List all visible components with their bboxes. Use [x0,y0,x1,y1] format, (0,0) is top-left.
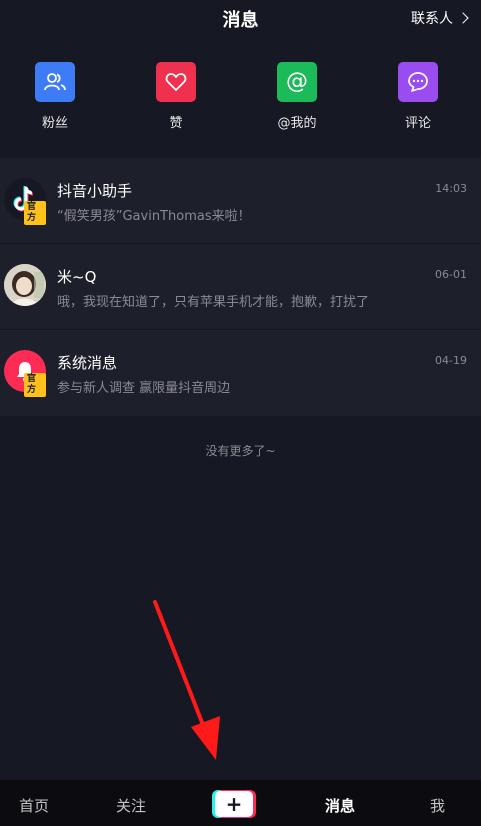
fans-icon [35,62,75,102]
conversation-name: 抖音小助手 [57,182,133,200]
contacts-link[interactable]: 联系人 [411,8,469,28]
tab-follow[interactable]: 关注 [116,795,146,816]
conversation-preview: 哦，我现在知道了，只有苹果手机才能，抱歉，打扰了 [57,295,370,310]
no-more-text: 没有更多了~ [205,444,276,458]
category-fans[interactable]: 粉丝 [15,62,95,131]
avatar: 官方 [4,178,46,225]
bottom-tab-bar: 首页 关注 + 消息 我 [0,780,481,826]
avatar [4,264,46,306]
official-badge: 官方 [24,373,46,397]
header-bar: 消息 联系人 [0,0,481,36]
category-label: 赞 [169,116,183,131]
tab-messages[interactable]: 消息 [325,795,355,816]
tab-me[interactable]: 我 [430,795,445,816]
tab-home[interactable]: 首页 [19,795,49,816]
list-item[interactable]: 官方 抖音小助手 “假笑男孩”GavinThomas来啦！ 14:03 [0,158,481,244]
category-comments[interactable]: 评论 [378,62,458,131]
conversation-preview: “假笑男孩”GavinThomas来啦！ [57,209,251,224]
contacts-label: 联系人 [411,11,453,27]
conversation-time: 04-19 [435,354,467,367]
category-likes[interactable]: 赞 [136,62,216,131]
message-categories: 粉丝 赞 @ @我的 评论 [0,50,481,140]
comment-icon [398,62,438,102]
heart-icon [156,62,196,102]
official-badge: 官方 [24,201,46,225]
category-label: @我的 [277,116,317,131]
conversation-time: 06-01 [435,268,467,281]
category-mentions[interactable]: @ @我的 [257,62,337,131]
category-label: 评论 [404,116,431,131]
list-item[interactable]: 米~Q 哦，我现在知道了，只有苹果手机才能，抱歉，打扰了 06-01 [0,244,481,330]
category-label: 粉丝 [41,116,68,131]
avatar: 官方 [4,350,46,397]
conversation-name: 系统消息 [57,354,118,372]
plus-icon: + [215,791,253,817]
chevron-right-icon [457,12,469,24]
page-title: 消息 [222,10,259,31]
at-icon: @ [277,62,317,102]
list-item[interactable]: 官方 系统消息 参与新人调查 赢限量抖音周边 04-19 [0,330,481,416]
conversation-preview: 参与新人调查 赢限量抖音周边 [57,381,231,396]
user-photo-icon [4,264,46,306]
create-button[interactable]: + [212,790,256,818]
conversation-time: 14:03 [435,182,467,195]
message-list: 官方 抖音小助手 “假笑男孩”GavinThomas来啦！ 14:03 米~Q … [0,158,481,416]
conversation-name: 米~Q [57,268,97,286]
